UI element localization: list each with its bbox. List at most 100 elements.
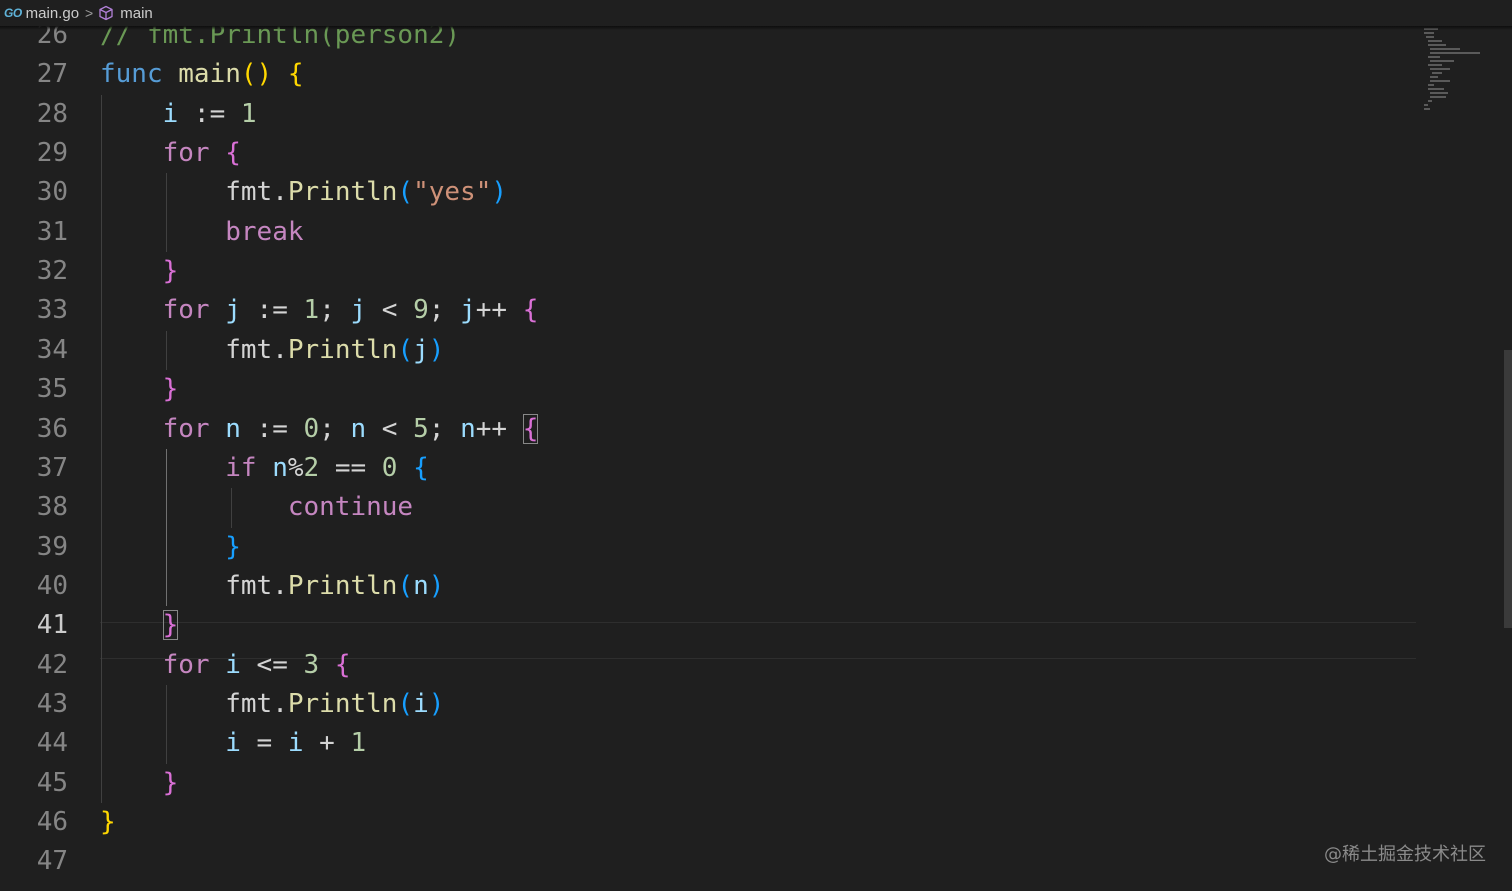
code-line[interactable]: 29 for { bbox=[0, 134, 1420, 173]
code-token: ; bbox=[319, 295, 351, 326]
code-token: for bbox=[162, 295, 210, 326]
code-text: func main() { bbox=[100, 55, 304, 94]
minimap-line bbox=[1430, 96, 1446, 98]
line-number: 43 bbox=[36, 688, 68, 719]
code-line[interactable]: 31 break bbox=[0, 213, 1420, 252]
line-number: 27 bbox=[36, 59, 68, 90]
code-line[interactable]: 40 fmt.Println(n) bbox=[0, 567, 1420, 606]
code-token: < bbox=[366, 413, 414, 444]
code-line[interactable]: 37 if n%2 == 0 { bbox=[0, 449, 1420, 488]
code-text: for j := 1; j < 9; j++ { bbox=[100, 291, 539, 330]
minimap-line bbox=[1428, 64, 1442, 66]
code-line[interactable]: 46} bbox=[0, 803, 1420, 842]
code-line[interactable]: 42 for i <= 3 { bbox=[0, 646, 1420, 685]
code-token: 9 bbox=[413, 295, 429, 326]
code-token: i bbox=[162, 98, 179, 129]
line-number: 30 bbox=[36, 177, 68, 208]
minimap[interactable] bbox=[1420, 26, 1500, 136]
code-token: ; bbox=[428, 295, 461, 326]
code-line[interactable]: 33 for j := 1; j < 9; j++ { bbox=[0, 291, 1420, 330]
code-token: % bbox=[287, 452, 304, 483]
code-line[interactable]: 47 bbox=[0, 842, 1420, 881]
line-number: 37 bbox=[36, 452, 68, 483]
code-token: <= bbox=[240, 649, 304, 680]
code-line[interactable]: 34 fmt.Println(j) bbox=[0, 331, 1420, 370]
minimap-line bbox=[1430, 48, 1460, 50]
minimap-line bbox=[1428, 44, 1446, 46]
code-token: 1 bbox=[240, 98, 257, 129]
code-line[interactable]: 27 func main() { bbox=[0, 55, 1420, 94]
code-text: for i <= 3 { bbox=[100, 646, 351, 685]
code-token: i bbox=[413, 688, 429, 719]
line-number: 40 bbox=[36, 570, 68, 601]
line-number: 34 bbox=[36, 334, 68, 365]
code-line[interactable]: 36 for n := 0; n < 5; n++ { bbox=[0, 410, 1420, 449]
code-token: := bbox=[240, 413, 304, 444]
line-number: 29 bbox=[36, 138, 68, 169]
code-token: 1 bbox=[303, 295, 320, 326]
code-line[interactable]: 35 } bbox=[0, 370, 1420, 409]
line-number: 45 bbox=[36, 767, 68, 798]
code-token: fmt bbox=[225, 177, 273, 208]
minimap-line bbox=[1430, 60, 1454, 62]
code-text: } bbox=[100, 803, 116, 842]
code-line[interactable]: 32 } bbox=[0, 252, 1420, 291]
code-token: } bbox=[162, 256, 179, 287]
vertical-scrollbar-thumb[interactable] bbox=[1504, 350, 1512, 628]
code-token: ; bbox=[319, 413, 351, 444]
breadcrumb-file[interactable]: main.go bbox=[26, 5, 79, 22]
code-token: . bbox=[272, 177, 288, 208]
code-line[interactable]: 38 continue bbox=[0, 488, 1420, 527]
breadcrumb-symbol[interactable]: main bbox=[120, 5, 153, 22]
line-number: 39 bbox=[36, 531, 68, 562]
code-token: func bbox=[100, 59, 163, 90]
line-number: 35 bbox=[36, 374, 68, 405]
code-token: j bbox=[350, 295, 367, 326]
code-token: n bbox=[350, 413, 367, 444]
line-number: 32 bbox=[36, 256, 68, 287]
code-line[interactable]: 41 } bbox=[0, 606, 1420, 645]
code-line[interactable]: 45 } bbox=[0, 764, 1420, 803]
code-line[interactable]: 39 } bbox=[0, 528, 1420, 567]
code-token: j bbox=[413, 334, 429, 365]
code-token: { bbox=[522, 413, 539, 444]
code-text: fmt.Println("yes") bbox=[100, 173, 507, 212]
line-number: 41 bbox=[36, 610, 68, 641]
code-token: "yes" bbox=[413, 177, 492, 208]
minimap-line bbox=[1424, 32, 1434, 34]
line-number: 31 bbox=[36, 216, 68, 247]
line-number: 42 bbox=[36, 649, 68, 680]
code-line[interactable]: 28 i := 1 bbox=[0, 95, 1420, 134]
watermark: @稀土掘金技术社区 bbox=[1324, 844, 1486, 865]
code-token: ) bbox=[428, 570, 445, 601]
code-token: := bbox=[178, 98, 241, 129]
code-line[interactable]: 44 i = i + 1 bbox=[0, 724, 1420, 763]
code-token: ++ bbox=[475, 413, 523, 444]
code-token: if bbox=[225, 452, 257, 483]
code-token: . bbox=[272, 570, 288, 601]
code-line[interactable]: 43 fmt.Println(i) bbox=[0, 685, 1420, 724]
code-token: { bbox=[522, 295, 539, 326]
code-token: + bbox=[303, 728, 351, 759]
code-token: = bbox=[240, 728, 288, 759]
code-token: } bbox=[162, 767, 179, 798]
code-editor[interactable]: 26// fmt.Println(person2) 27 func main() {… bbox=[0, 16, 1420, 891]
code-text: } bbox=[100, 370, 179, 409]
minimap-line bbox=[1432, 72, 1442, 74]
code-line[interactable]: 30 fmt.Println("yes") bbox=[0, 173, 1420, 212]
